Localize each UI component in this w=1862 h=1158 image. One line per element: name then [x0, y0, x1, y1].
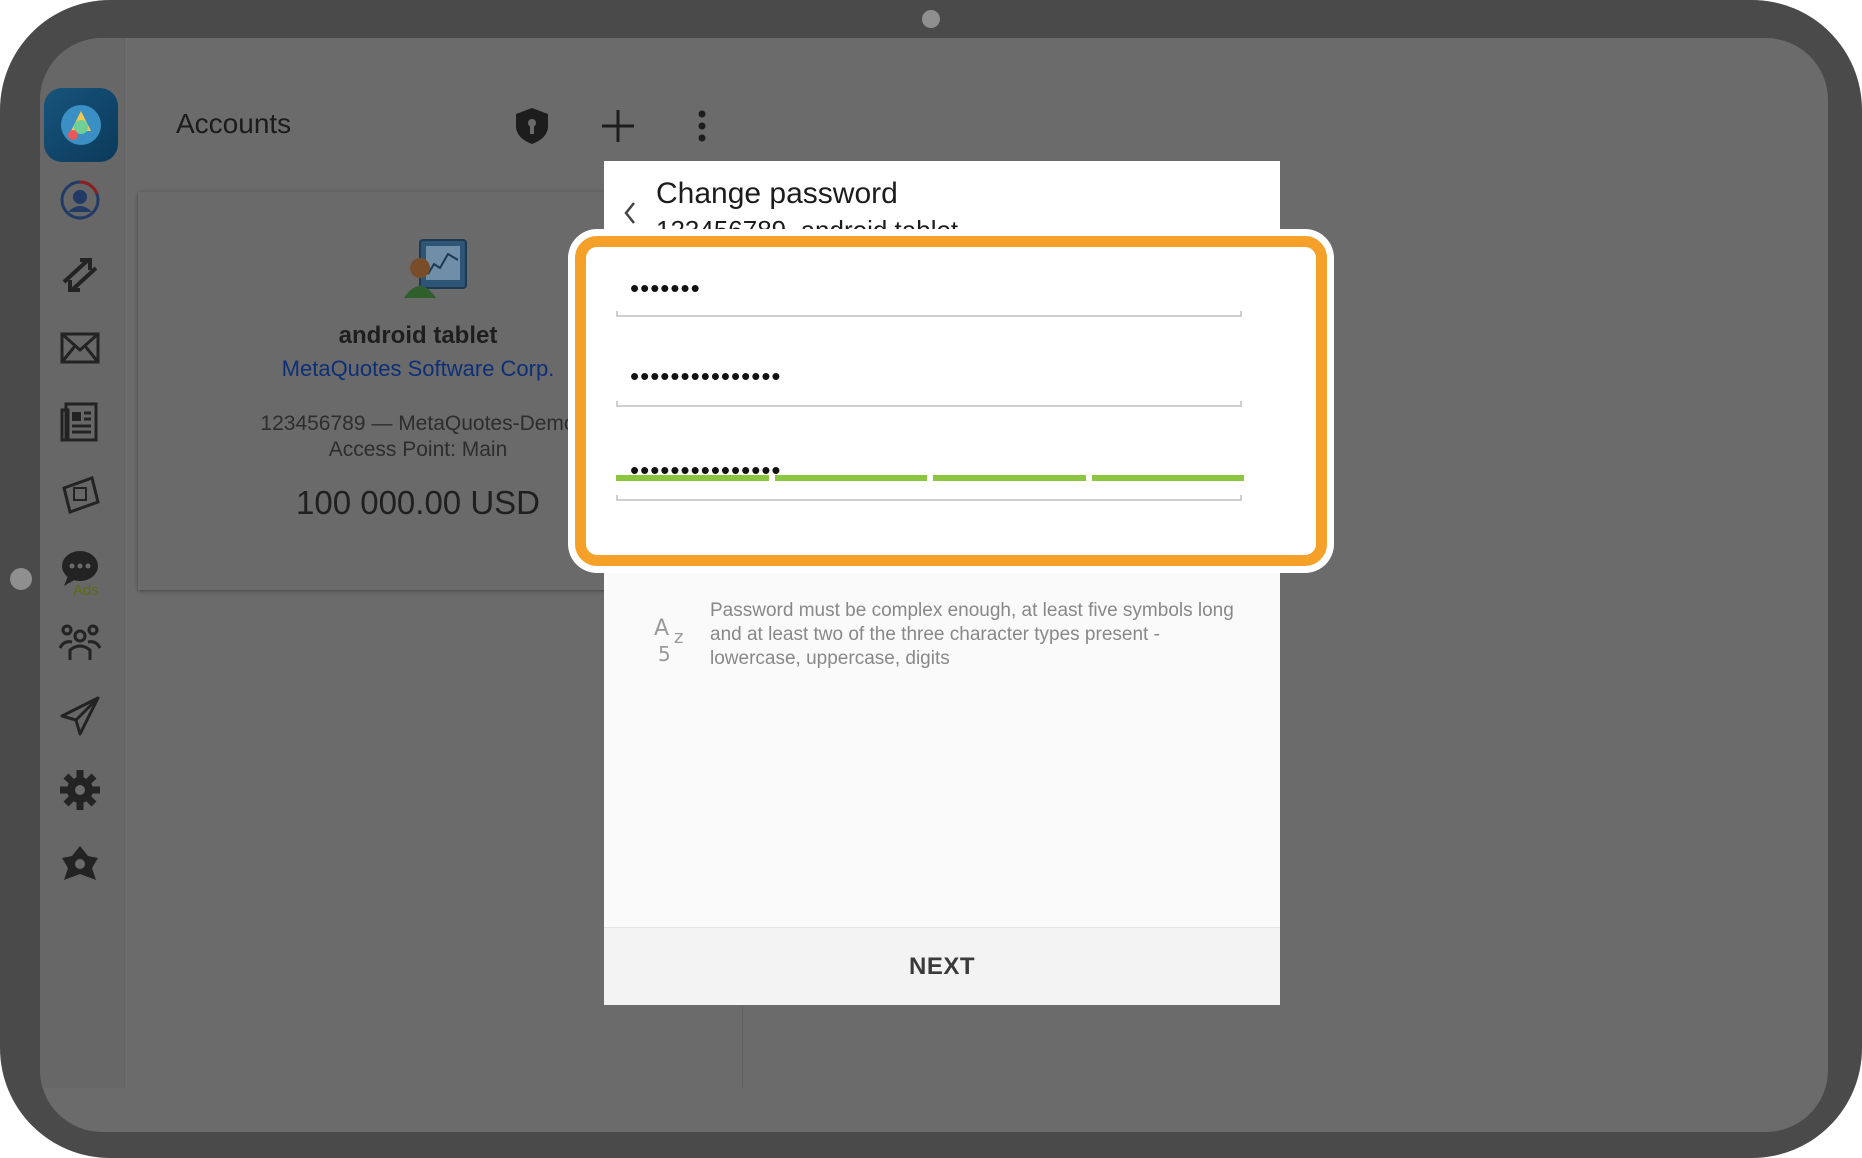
current-password-field[interactable]: ••••••• [616, 263, 1244, 319]
new-password-value: ••••••••••••••• [630, 361, 782, 391]
settings-icon[interactable] [58, 768, 102, 812]
community-icon[interactable] [58, 620, 102, 664]
character-types-icon: A z 5 [654, 613, 694, 666]
screen: Ads Accounts android tablet MetaQuotes S… [40, 38, 1828, 1132]
confirm-password-value: ••••••••••••••• [630, 455, 782, 485]
side-sensor [10, 568, 32, 590]
account-access-point: Access Point: Main [328, 438, 508, 461]
page-title: Accounts [176, 108, 292, 139]
new-password-field[interactable]: ••••••••••••••• [616, 353, 1244, 409]
add-account-icon[interactable] [596, 104, 640, 148]
accounts-icon[interactable] [58, 178, 102, 222]
confirm-password-field[interactable]: ••••••••••••••• [616, 447, 1244, 513]
trade-icon[interactable] [58, 252, 102, 296]
password-hint-text: Password must be complex enough, at leas… [710, 600, 1234, 669]
password-fields-highlight: ••••••• ••••••••••••••• ••••••••••••••• [575, 236, 1327, 566]
account-card[interactable]: android tablet MetaQuotes Software Corp.… [138, 192, 608, 590]
account-login-server: 123456789 — MetaQuotes-Demo [260, 412, 576, 435]
svg-text:5: 5 [658, 642, 671, 665]
dialog-title: Change password [656, 177, 898, 210]
account-balance: 100 000.00 USD [295, 484, 540, 521]
account-name: android tablet [338, 322, 498, 349]
signals-icon[interactable] [58, 842, 102, 886]
svg-text:A: A [654, 616, 669, 641]
tablet-bezel: Ads Accounts android tablet MetaQuotes S… [0, 0, 1862, 1158]
news-icon[interactable] [58, 400, 102, 444]
more-menu-icon[interactable] [680, 104, 724, 148]
ads-icon[interactable] [58, 472, 102, 516]
mail-icon[interactable] [58, 326, 102, 370]
chat-icon[interactable] [58, 546, 102, 590]
metatrader-logo-icon[interactable] [44, 88, 118, 162]
shield-icon[interactable] [510, 104, 554, 148]
account-avatar-icon [400, 234, 470, 304]
account-company: MetaQuotes Software Corp. [281, 356, 555, 381]
svg-text:z: z [674, 627, 683, 648]
telegram-icon[interactable] [58, 694, 102, 738]
front-camera [922, 10, 940, 28]
dialog-footer: NEXT [604, 927, 1280, 1005]
back-chevron-icon[interactable] [618, 195, 642, 231]
current-password-value: ••••••• [630, 273, 701, 303]
next-button[interactable]: NEXT [879, 943, 1005, 991]
password-hint: A z 5 Password must be complex enough, a… [654, 599, 1244, 679]
sidebar: Ads [40, 38, 125, 1088]
